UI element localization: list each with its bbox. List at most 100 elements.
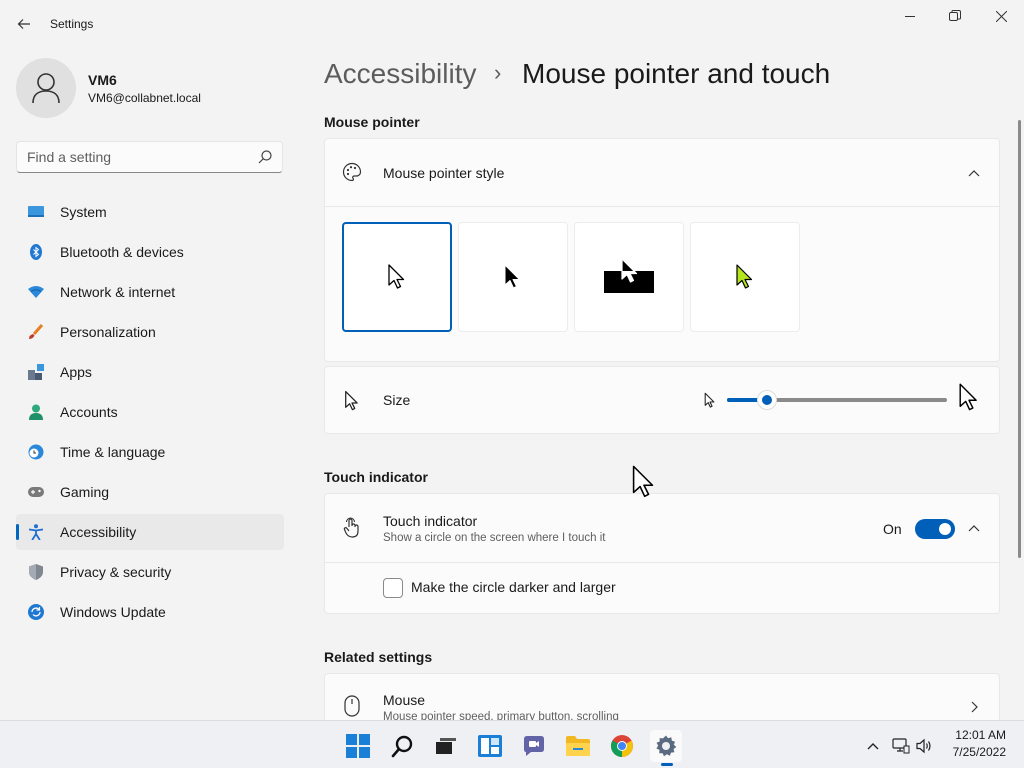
sidebar-item-system[interactable]: System bbox=[16, 194, 284, 230]
chrome-icon[interactable] bbox=[606, 730, 638, 762]
pointer-style-inverted[interactable] bbox=[574, 222, 684, 332]
apps-icon bbox=[28, 364, 44, 380]
chevron-up-icon bbox=[968, 525, 980, 532]
custom-color-cursor-icon bbox=[736, 264, 753, 289]
clock-globe-icon bbox=[28, 444, 44, 460]
sidebar-item-network[interactable]: Network & internet bbox=[16, 274, 284, 310]
user-icon bbox=[32, 73, 60, 104]
scrollbar[interactable] bbox=[1018, 120, 1021, 558]
pointer-style-white[interactable] bbox=[342, 222, 452, 332]
touch-indicator-description: Show a circle on the screen where I touc… bbox=[383, 532, 606, 544]
touch-indicator-toggle[interactable] bbox=[915, 519, 955, 539]
start-icon[interactable] bbox=[342, 730, 374, 762]
sidebar-item-apps[interactable]: Apps bbox=[16, 354, 284, 390]
toggle-state-label: On bbox=[883, 521, 902, 537]
accessibility-icon bbox=[28, 524, 44, 540]
settings-icon[interactable] bbox=[650, 730, 682, 762]
section-title-touch-indicator: Touch indicator bbox=[324, 469, 428, 485]
sidebar-item-time-language[interactable]: Time & language bbox=[16, 434, 284, 470]
wifi-icon bbox=[28, 284, 44, 300]
sidebar-item-label: Accounts bbox=[60, 404, 118, 420]
search-box[interactable] bbox=[16, 141, 283, 173]
sidebar-item-windows-update[interactable]: Windows Update bbox=[16, 594, 284, 630]
slider-thumb[interactable] bbox=[757, 390, 777, 410]
sidebar-item-label: Time & language bbox=[60, 444, 166, 460]
task-view-icon[interactable] bbox=[430, 730, 462, 762]
bluetooth-icon bbox=[28, 244, 44, 260]
sidebar-item-label: Privacy & security bbox=[60, 564, 172, 580]
inverted-cursor-icon bbox=[604, 258, 654, 293]
back-arrow-icon bbox=[17, 19, 30, 29]
window-title: Settings bbox=[50, 17, 94, 31]
sidebar-item-label: Accessibility bbox=[60, 524, 137, 540]
card-divider bbox=[325, 562, 999, 563]
mouse-cursor-icon bbox=[631, 463, 657, 504]
sidebar-item-accessibility[interactable]: Accessibility bbox=[16, 514, 284, 550]
black-cursor-icon bbox=[504, 264, 520, 289]
teams-chat-icon[interactable] bbox=[518, 730, 550, 762]
sidebar-item-label: System bbox=[60, 204, 107, 220]
network-tray-icon[interactable] bbox=[890, 730, 912, 762]
active-app-indicator bbox=[661, 763, 673, 766]
sidebar-item-accounts[interactable]: Accounts bbox=[16, 394, 284, 430]
darker-circle-checkbox[interactable] bbox=[383, 578, 403, 598]
section-title-related-settings: Related settings bbox=[324, 649, 433, 665]
clock-time[interactable]: 12:01 AM bbox=[944, 728, 1006, 742]
sidebar-item-gaming[interactable]: Gaming bbox=[16, 474, 284, 510]
large-pointer-icon bbox=[958, 382, 980, 416]
collapse-touch-button[interactable] bbox=[960, 515, 988, 541]
mouse-link-description: Mouse pointer speed, primary button, scr… bbox=[383, 711, 619, 720]
clock-date[interactable]: 7/25/2022 bbox=[944, 745, 1006, 759]
search-icon[interactable] bbox=[387, 730, 419, 762]
chevron-up-icon bbox=[968, 170, 980, 177]
minimize-icon bbox=[905, 16, 915, 17]
sidebar-item-label: Network & internet bbox=[60, 284, 176, 300]
pointer-style-black[interactable] bbox=[458, 222, 568, 332]
sidebar-item-privacy-security[interactable]: Privacy & security bbox=[16, 554, 284, 590]
person-icon bbox=[28, 404, 44, 420]
back-button[interactable] bbox=[8, 10, 40, 38]
breadcrumb-separator: › bbox=[494, 60, 502, 85]
brush-icon bbox=[28, 324, 44, 340]
size-label: Size bbox=[383, 392, 411, 408]
palette-icon bbox=[342, 162, 362, 185]
page-title: Mouse pointer and touch bbox=[522, 58, 831, 89]
minimize-button[interactable] bbox=[887, 0, 933, 32]
search-input[interactable] bbox=[17, 142, 237, 172]
darker-circle-label: Make the circle darker and larger bbox=[411, 579, 616, 595]
touch-hand-icon bbox=[342, 517, 362, 542]
card-divider bbox=[325, 206, 999, 207]
breadcrumb-parent[interactable]: Accessibility bbox=[324, 58, 476, 90]
taskbar bbox=[0, 720, 1024, 768]
sidebar-item-label: Windows Update bbox=[60, 604, 166, 620]
file-explorer-icon[interactable] bbox=[562, 730, 594, 762]
touch-indicator-label: Touch indicator bbox=[383, 513, 478, 529]
pointer-icon bbox=[344, 390, 360, 415]
restore-button[interactable] bbox=[932, 0, 978, 32]
pointer-style-custom[interactable] bbox=[690, 222, 800, 332]
pointer-size-slider[interactable] bbox=[727, 390, 947, 410]
mouse-icon bbox=[344, 695, 360, 720]
sidebar-item-label: Bluetooth & devices bbox=[60, 244, 184, 260]
chevron-right-icon bbox=[970, 700, 978, 716]
gamepad-icon bbox=[28, 484, 44, 500]
close-icon bbox=[995, 10, 1007, 22]
close-button[interactable] bbox=[978, 0, 1024, 32]
touch-indicator-card bbox=[324, 493, 1000, 614]
avatar bbox=[16, 58, 76, 118]
chevron-up-icon[interactable] bbox=[862, 730, 884, 762]
collapse-style-button[interactable] bbox=[960, 160, 988, 186]
sidebar-item-label: Gaming bbox=[60, 484, 110, 500]
sidebar-item-personalization[interactable]: Personalization bbox=[16, 314, 284, 350]
shield-icon bbox=[28, 564, 44, 580]
user-name: VM6 bbox=[88, 72, 117, 88]
mouse-settings-link[interactable]: Mouse Mouse pointer speed, primary butto… bbox=[324, 673, 1000, 720]
widgets-icon[interactable] bbox=[474, 730, 506, 762]
search-icon[interactable] bbox=[258, 150, 272, 167]
volume-icon[interactable] bbox=[914, 730, 936, 762]
small-pointer-icon bbox=[704, 392, 716, 412]
update-icon bbox=[28, 604, 44, 620]
monitor-icon bbox=[28, 204, 44, 220]
user-email: VM6@collabnet.local bbox=[88, 91, 201, 105]
sidebar-item-bluetooth[interactable]: Bluetooth & devices bbox=[16, 234, 284, 270]
